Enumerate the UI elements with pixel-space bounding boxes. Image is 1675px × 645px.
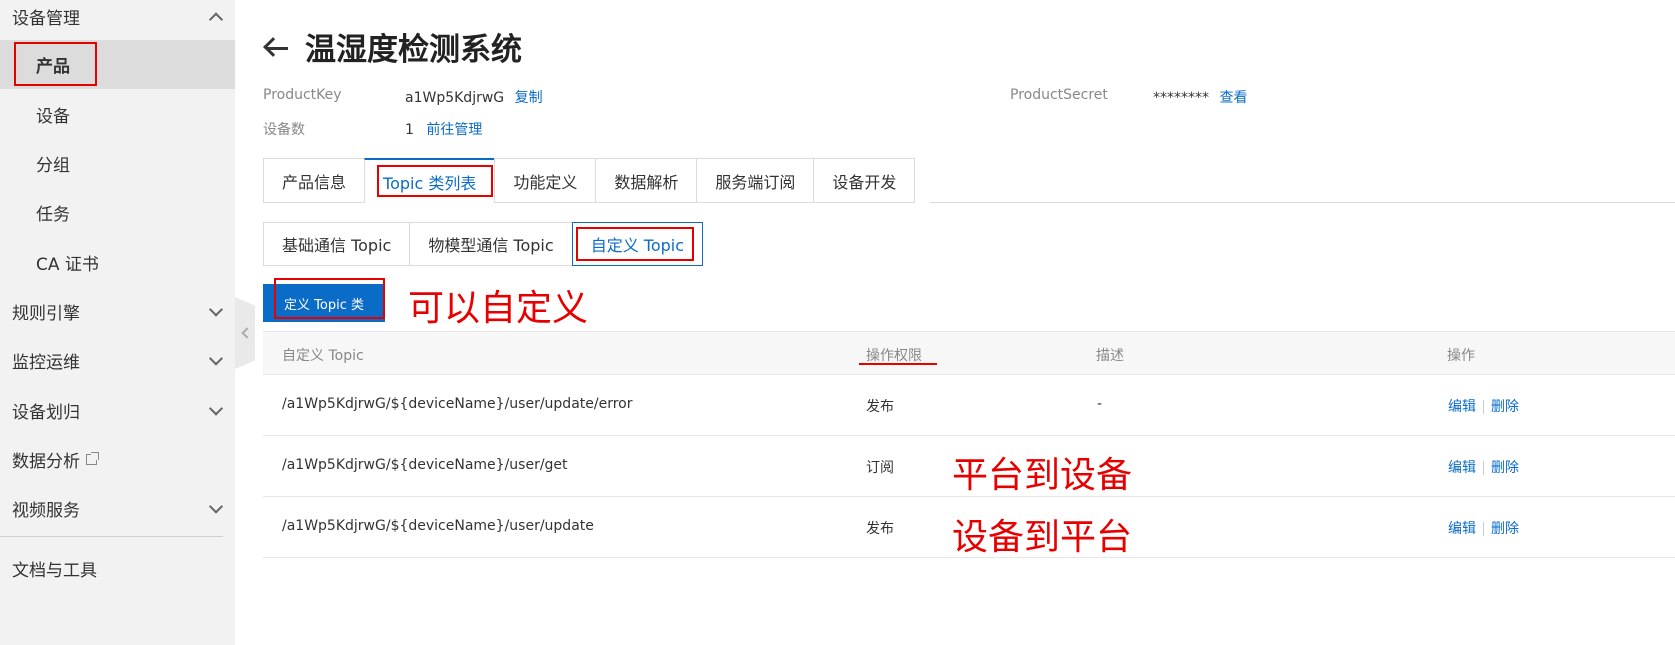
sidebar-group-device-management[interactable]: 设备管理 bbox=[0, 0, 235, 41]
sidebar-item-label: 规则引擎 bbox=[12, 304, 80, 324]
permission-cell: 订阅 bbox=[866, 460, 894, 476]
tab-function-definition[interactable]: 功能定义 bbox=[494, 158, 596, 203]
highlight-box-custom-subtab bbox=[576, 227, 694, 261]
delete-link[interactable]: 删除 bbox=[1491, 399, 1519, 415]
edit-link[interactable]: 编辑 bbox=[1448, 460, 1476, 476]
sidebar-item-label: 监控运维 bbox=[12, 353, 80, 373]
topic-cell: /a1Wp5KdjrwG/${deviceName}/user/get bbox=[282, 457, 568, 473]
sidebar-item-label: 设备划归 bbox=[12, 403, 80, 423]
product-secret-text: ******** bbox=[1153, 90, 1209, 106]
permission-cell: 发布 bbox=[866, 399, 894, 415]
sidebar-item-label: 设备管理 bbox=[12, 9, 80, 29]
highlight-box-product bbox=[14, 42, 97, 86]
permission-cell: 发布 bbox=[866, 521, 894, 537]
edit-link[interactable]: 编辑 bbox=[1448, 521, 1476, 537]
sidebar-item-data-analysis[interactable]: 数据分析 bbox=[0, 435, 235, 484]
operation-cell: 编辑 删除 bbox=[1448, 518, 1519, 538]
operation-cell: 编辑 删除 bbox=[1448, 457, 1519, 477]
sidebar-group-device-assign[interactable]: 设备划归 bbox=[0, 386, 235, 435]
chevron-up-icon bbox=[208, 11, 224, 27]
sidebar-item-task[interactable]: 任务 bbox=[0, 188, 235, 237]
sidebar-group-monitor-ops[interactable]: 监控运维 bbox=[0, 336, 235, 385]
sidebar-item-label: 设备 bbox=[36, 107, 70, 127]
manage-devices-link[interactable]: 前往管理 bbox=[426, 122, 482, 138]
annotation-customizable: 可以自定义 bbox=[408, 288, 589, 329]
sidebar-item-label: 任务 bbox=[36, 205, 70, 225]
tab-server-subscription[interactable]: 服务端订阅 bbox=[696, 158, 814, 203]
back-arrow-icon[interactable] bbox=[262, 36, 290, 60]
operation-separator bbox=[1483, 400, 1484, 414]
sidebar-item-label: 视频服务 bbox=[12, 501, 80, 521]
sidebar-item-group[interactable]: 分组 bbox=[0, 139, 235, 188]
sidebar-item-docs-tools[interactable]: 文档与工具 bbox=[0, 544, 235, 593]
product-key-label: ProductKey bbox=[263, 87, 342, 103]
sidebar-item-label: CA 证书 bbox=[36, 255, 99, 275]
column-header-operation: 操作 bbox=[1447, 348, 1475, 364]
column-header-description: 描述 bbox=[1096, 348, 1124, 364]
chevron-down-icon bbox=[208, 301, 224, 317]
view-secret-link[interactable]: 查看 bbox=[1219, 90, 1247, 106]
external-link-icon bbox=[86, 452, 99, 465]
main-tabs: 产品信息 Topic 类列表 功能定义 数据解析 服务端订阅 设备开发 bbox=[263, 158, 916, 203]
operation-separator bbox=[1483, 461, 1484, 475]
annotation-platform-to-device: 平台到设备 bbox=[952, 455, 1133, 496]
operation-cell: 编辑 删除 bbox=[1448, 396, 1519, 416]
topic-cell: /a1Wp5KdjrwG/${deviceName}/user/update bbox=[282, 518, 594, 534]
sidebar: 设备管理 产品 设备 分组 任务 CA 证书 规则引擎 监控运维 设备划归 数据… bbox=[0, 0, 235, 645]
subtab-tsl-topic[interactable]: 物模型通信 Topic bbox=[409, 222, 572, 266]
tab-product-info[interactable]: 产品信息 bbox=[263, 158, 365, 203]
product-secret-value: ******** 查看 bbox=[1153, 87, 1247, 107]
column-header-permission: 操作权限 bbox=[866, 348, 922, 364]
chevron-down-icon bbox=[208, 350, 224, 366]
tabs-divider bbox=[930, 202, 1675, 203]
device-count-value: 1 前往管理 bbox=[405, 119, 482, 139]
copy-link[interactable]: 复制 bbox=[515, 90, 543, 106]
table-row: /a1Wp5KdjrwG/${deviceName}/user/update/e… bbox=[263, 375, 1675, 436]
description-cell: - bbox=[1097, 396, 1103, 412]
sidebar-item-label: 分组 bbox=[36, 156, 70, 176]
chevron-down-icon bbox=[208, 400, 224, 416]
sidebar-collapse-handle[interactable] bbox=[235, 297, 255, 369]
subtab-basic-topic[interactable]: 基础通信 Topic bbox=[263, 222, 410, 266]
table-header: 自定义 Topic 操作权限 描述 操作 bbox=[263, 331, 1675, 375]
sidebar-group-rule-engine[interactable]: 规则引擎 bbox=[0, 287, 235, 336]
device-count-label: 设备数 bbox=[263, 122, 305, 138]
sidebar-item-device[interactable]: 设备 bbox=[0, 90, 235, 139]
sidebar-item-ca-cert[interactable]: CA 证书 bbox=[0, 238, 235, 287]
product-key-value: a1Wp5KdjrwG 复制 bbox=[405, 87, 543, 107]
delete-link[interactable]: 删除 bbox=[1491, 460, 1519, 476]
page-title: 温湿度检测系统 bbox=[305, 32, 522, 68]
chevron-left-icon bbox=[240, 327, 253, 339]
sidebar-group-video-service[interactable]: 视频服务 bbox=[0, 484, 235, 533]
column-header-topic: 自定义 Topic bbox=[282, 348, 364, 364]
product-secret-label: ProductSecret bbox=[1010, 87, 1108, 103]
operation-separator bbox=[1483, 522, 1484, 536]
annotation-device-to-platform: 设备到平台 bbox=[952, 517, 1133, 558]
sidebar-item-label: 文档与工具 bbox=[12, 561, 97, 581]
highlight-underline-permission bbox=[859, 363, 937, 365]
chevron-down-icon bbox=[208, 498, 224, 514]
topic-cell: /a1Wp5KdjrwG/${deviceName}/user/update/e… bbox=[282, 396, 633, 412]
tab-data-parsing[interactable]: 数据解析 bbox=[595, 158, 697, 203]
highlight-box-define-button bbox=[274, 278, 385, 319]
sidebar-item-label: 数据分析 bbox=[12, 452, 80, 472]
highlight-box-topic-tab bbox=[377, 165, 493, 197]
product-key-text: a1Wp5KdjrwG bbox=[405, 90, 505, 106]
sidebar-divider bbox=[0, 536, 223, 537]
edit-link[interactable]: 编辑 bbox=[1448, 399, 1476, 415]
device-count-text: 1 bbox=[405, 122, 414, 138]
tab-device-development[interactable]: 设备开发 bbox=[813, 158, 916, 203]
delete-link[interactable]: 删除 bbox=[1491, 521, 1519, 537]
